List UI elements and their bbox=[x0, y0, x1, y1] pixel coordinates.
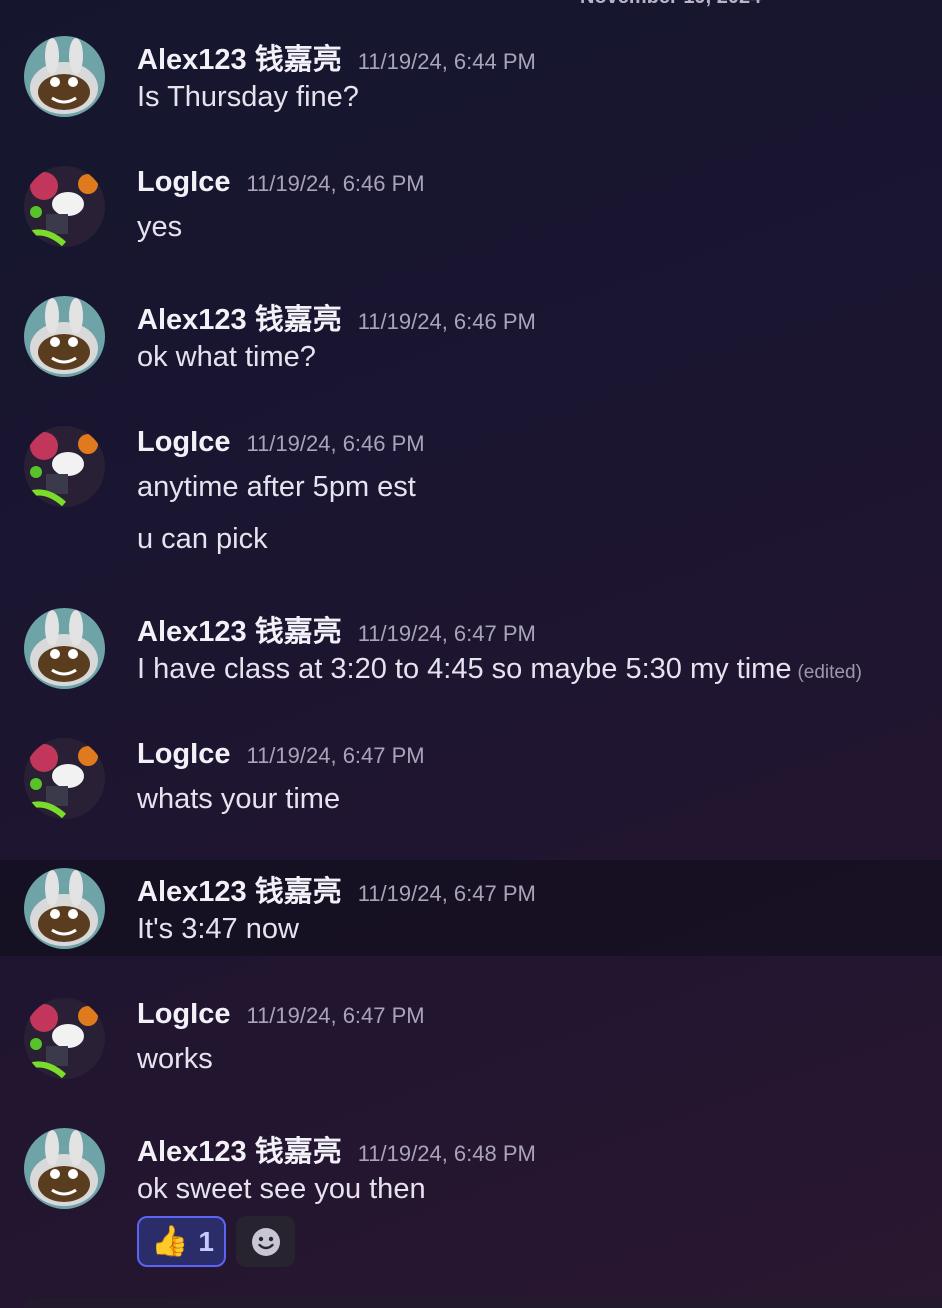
message-text: yes bbox=[137, 211, 183, 243]
author-name[interactable]: Alex123 钱嘉亮 bbox=[137, 304, 342, 336]
message[interactable]: LogIce 11/19/24, 6:47 PM whats your time bbox=[0, 702, 942, 832]
message[interactable]: Alex123 钱嘉亮 11/19/24, 6:47 PM I have clas… bbox=[0, 572, 942, 702]
avatar-alex123[interactable] bbox=[24, 1128, 105, 1209]
author-name[interactable]: LogIce bbox=[137, 738, 230, 770]
message[interactable]: Alex123 钱嘉亮 11/19/24, 6:46 PM ok what tim… bbox=[0, 260, 942, 390]
timestamp: 11/19/24, 6:47 PM bbox=[357, 621, 536, 646]
message-text: u can pick bbox=[137, 523, 268, 555]
message[interactable]: Alex123 钱嘉亮 11/19/24, 6:47 PM It's 3:47 n… bbox=[0, 860, 942, 956]
author-name[interactable]: LogIce bbox=[137, 166, 230, 198]
timestamp: 11/19/24, 6:44 PM bbox=[357, 49, 536, 74]
reaction-thumbs-up[interactable]: 👍 1 bbox=[137, 1216, 226, 1267]
message-body: I have class at 3:20 to 4:45 so maybe 5:… bbox=[137, 653, 792, 685]
author-name[interactable]: LogIce bbox=[137, 426, 230, 458]
add-reaction-button[interactable] bbox=[236, 1216, 295, 1267]
message[interactable]: LogIce 11/19/24, 6:46 PM yes bbox=[0, 130, 942, 260]
timestamp: 11/19/24, 6:47 PM bbox=[357, 881, 536, 906]
avatar-alex123[interactable] bbox=[24, 36, 105, 117]
message-input-edge[interactable] bbox=[24, 1298, 942, 1308]
timestamp: 11/19/24, 6:46 PM bbox=[246, 431, 425, 456]
message[interactable]: Alex123 钱嘉亮 11/19/24, 6:44 PM Is Thursday… bbox=[0, 0, 942, 130]
message-text: anytime after 5pm est bbox=[137, 471, 416, 503]
message-text: whats your time bbox=[137, 783, 341, 815]
message-text: Is Thursday fine? bbox=[137, 81, 359, 113]
author-name[interactable]: Alex123 钱嘉亮 bbox=[137, 44, 342, 76]
avatar-alex123[interactable] bbox=[24, 868, 105, 949]
reaction-count: 1 bbox=[198, 1225, 214, 1257]
avatar-logice[interactable] bbox=[24, 426, 105, 507]
timestamp: 11/19/24, 6:47 PM bbox=[246, 743, 425, 768]
timestamp: 11/19/24, 6:47 PM bbox=[246, 1003, 425, 1028]
avatar-logice[interactable] bbox=[24, 166, 105, 247]
message-text: It's 3:47 now bbox=[137, 913, 299, 945]
timestamp: 11/19/24, 6:46 PM bbox=[246, 171, 425, 196]
avatar-logice[interactable] bbox=[24, 998, 105, 1079]
thumbs-up-icon: 👍 bbox=[151, 1224, 189, 1258]
message-text: ok sweet see you then bbox=[137, 1173, 426, 1205]
author-name[interactable]: LogIce bbox=[137, 998, 230, 1030]
message-text: ok what time? bbox=[137, 341, 316, 373]
message[interactable]: LogIce 11/19/24, 6:46 PM anytime after 5p… bbox=[0, 390, 942, 572]
author-name[interactable]: Alex123 钱嘉亮 bbox=[137, 1136, 342, 1168]
edited-label: (edited) bbox=[797, 662, 862, 683]
message-text: I have class at 3:20 to 4:45 so maybe 5:… bbox=[137, 653, 862, 686]
avatar-alex123[interactable] bbox=[24, 608, 105, 689]
timestamp: 11/19/24, 6:46 PM bbox=[357, 309, 536, 334]
author-name[interactable]: Alex123 钱嘉亮 bbox=[137, 616, 342, 648]
avatar-logice[interactable] bbox=[24, 738, 105, 819]
message[interactable]: LogIce 11/19/24, 6:47 PM works bbox=[0, 962, 942, 1092]
reaction-bar: 👍 1 bbox=[137, 1216, 295, 1267]
timestamp: 11/19/24, 6:48 PM bbox=[357, 1141, 536, 1166]
message-text: works bbox=[137, 1043, 213, 1075]
smiley-icon bbox=[251, 1227, 280, 1256]
avatar-alex123[interactable] bbox=[24, 296, 105, 377]
author-name[interactable]: Alex123 钱嘉亮 bbox=[137, 876, 342, 908]
